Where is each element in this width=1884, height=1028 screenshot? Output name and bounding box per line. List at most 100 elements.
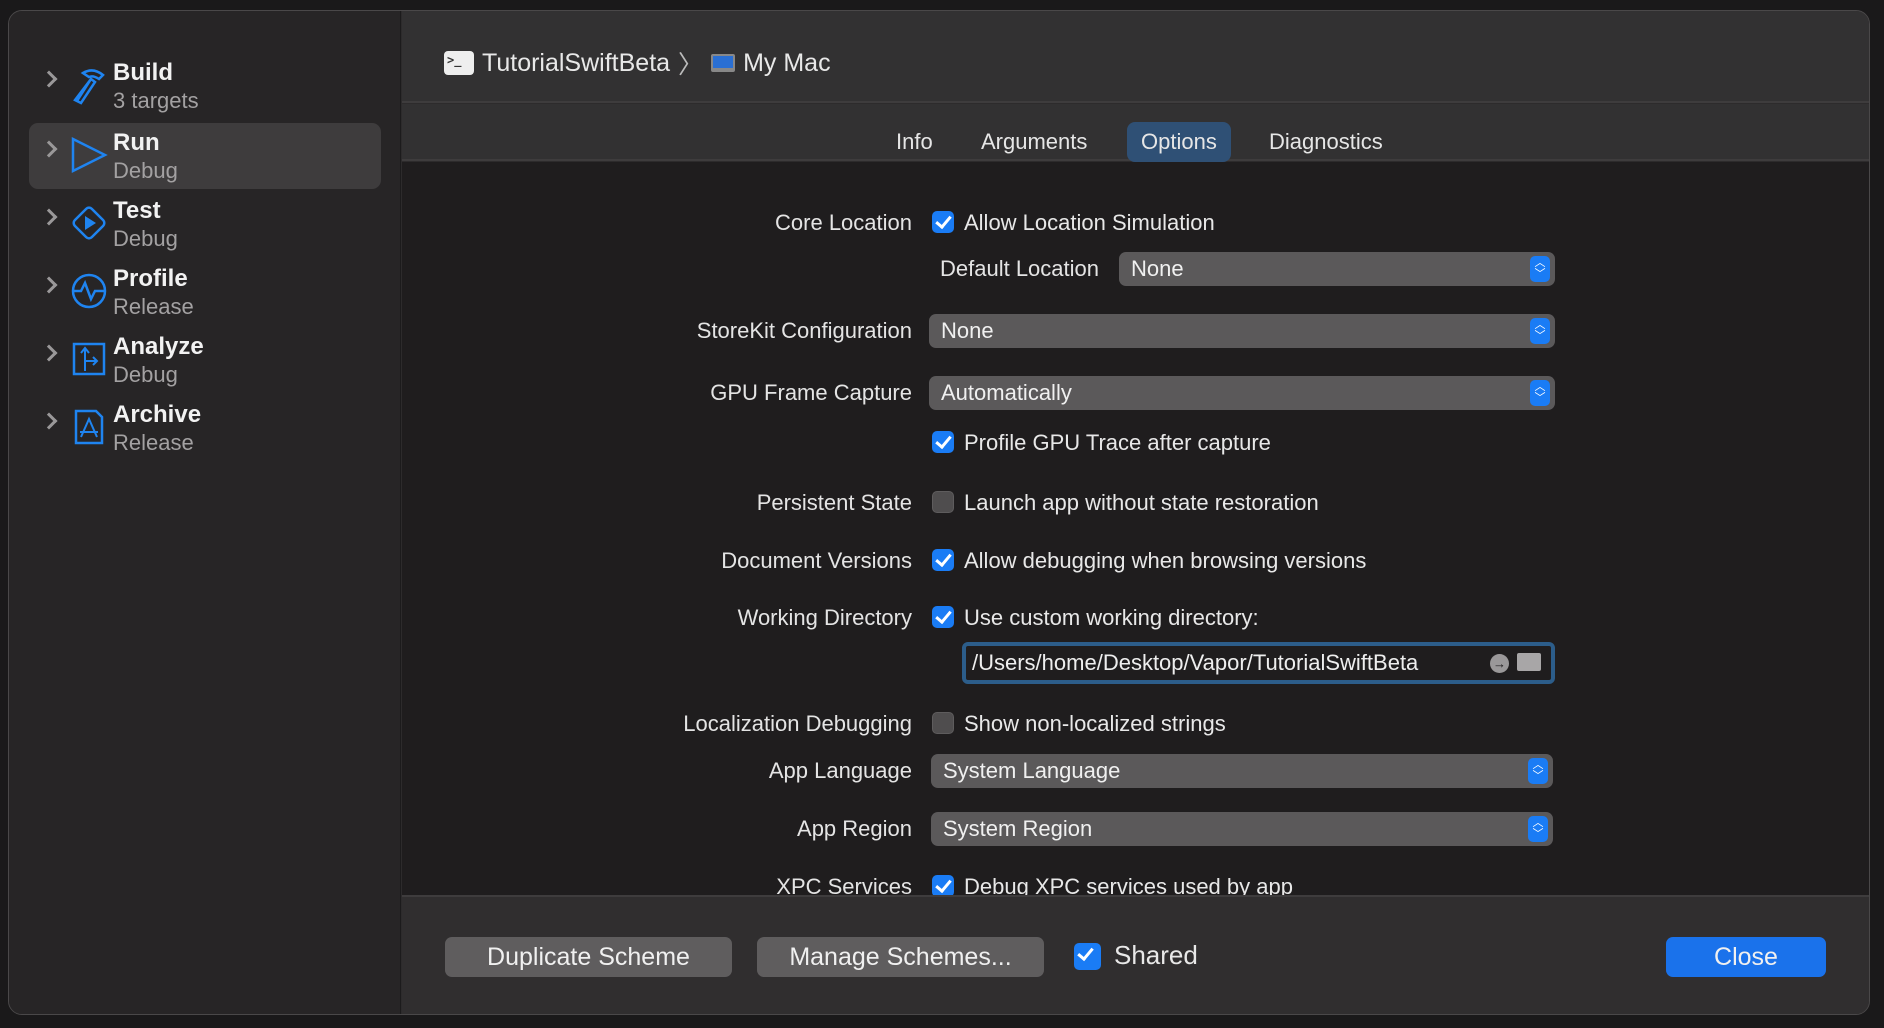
sidebar-item-subtitle: 3 targets <box>113 88 199 113</box>
sidebar-item-subtitle: Release <box>113 430 194 455</box>
app-language-popup[interactable]: System Language ︿ ﹀ <box>931 754 1553 788</box>
app-region-row: App Region System Region ︿ ﹀ <box>402 810 1869 846</box>
close-button[interactable]: Close <box>1666 937 1826 977</box>
allow-location-simulation-text: Allow Location Simulation <box>964 210 1215 235</box>
test-diamond-icon <box>72 206 106 240</box>
shared-label: Shared <box>1114 940 1198 970</box>
persistent-state-row: Persistent State Launch app without stat… <box>402 484 1869 520</box>
chevron-right-icon[interactable] <box>40 140 58 158</box>
gpu-trace-row: Profile GPU Trace after capture <box>402 424 1869 460</box>
default-location-row: Default Location None ︿ ﹀ <box>402 250 1869 286</box>
show-non-localized-text: Show non-localized strings <box>964 711 1226 736</box>
allow-location-simulation-checkbox[interactable] <box>932 211 954 233</box>
use-custom-working-directory-text: Use custom working directory: <box>964 605 1259 630</box>
waveform-icon <box>71 273 107 309</box>
allow-debugging-versions-text: Allow debugging when browsing versions <box>964 548 1367 573</box>
working-directory-path-field[interactable]: /Users/home/Desktop/Vapor/TutorialSwiftB… <box>962 642 1555 684</box>
sidebar-item-test[interactable]: Test Debug <box>29 191 381 257</box>
show-non-localized-checkbox[interactable] <box>932 712 954 734</box>
up-down-chevron-icon: ︿ ﹀ <box>1530 380 1550 406</box>
sidebar-item-build[interactable]: Build 3 targets <box>29 53 381 119</box>
sidebar-item-analyze[interactable]: Analyze Debug <box>29 327 381 393</box>
default-location-label: Default Location <box>940 256 1099 281</box>
up-down-chevron-icon: ︿ ﹀ <box>1528 816 1548 842</box>
sidebar-item-title: Run <box>113 129 160 156</box>
storekit-configuration-popup[interactable]: None ︿ ﹀ <box>929 314 1555 348</box>
app-language-label: App Language <box>768 758 912 783</box>
sidebar-item-subtitle: Debug <box>113 362 178 387</box>
chevron-right-icon[interactable] <box>40 344 58 362</box>
scheme-actions-sidebar: Build 3 targets Run Debug Test Debug Pro… <box>9 11 401 1014</box>
sidebar-item-archive[interactable]: Archive Release <box>29 395 381 461</box>
localization-label: Localization Debugging <box>683 711 912 736</box>
popup-value: None <box>1131 256 1184 281</box>
working-directory-path-row: /Users/home/Desktop/Vapor/TutorialSwiftB… <box>402 642 1869 686</box>
chevron-right-icon[interactable] <box>40 208 58 226</box>
profile-gpu-trace-checkbox[interactable] <box>932 431 954 453</box>
gpu-frame-capture-popup[interactable]: Automatically ︿ ﹀ <box>929 376 1555 410</box>
terminal-icon: >_ <box>444 51 474 75</box>
working-directory-label: Working Directory <box>737 605 912 630</box>
app-language-row: App Language System Language ︿ ﹀ <box>402 752 1869 788</box>
laptop-icon <box>711 54 736 72</box>
document-versions-label: Document Versions <box>721 548 912 573</box>
scheme-editor-window: Build 3 targets Run Debug Test Debug Pro… <box>8 10 1870 1015</box>
breadcrumb-separator: 〉 <box>678 51 704 79</box>
popup-value: None <box>941 318 994 343</box>
sidebar-item-title: Archive <box>113 401 202 428</box>
core-location-row: Core Location Allow Location Simulation <box>402 204 1869 240</box>
sidebar-item-title: Analyze <box>113 333 204 360</box>
footer-bar: Duplicate Scheme Manage Schemes... Share… <box>402 895 1869 1014</box>
path-value: /Users/home/Desktop/Vapor/TutorialSwiftB… <box>972 650 1419 675</box>
tab-bar: Info Arguments Options Diagnostics <box>402 104 1869 162</box>
chevron-right-icon[interactable] <box>40 276 58 294</box>
tab-options[interactable]: Options <box>1127 122 1231 162</box>
sidebar-item-profile[interactable]: Profile Release <box>29 259 381 325</box>
tab-arguments[interactable]: Arguments <box>967 122 1101 162</box>
launch-without-state-restoration-checkbox[interactable] <box>932 491 954 513</box>
sidebar-item-title: Build <box>113 59 173 86</box>
profile-gpu-trace-text: Profile GPU Trace after capture <box>964 430 1271 455</box>
persistent-state-label: Persistent State <box>756 490 912 515</box>
sidebar-item-subtitle: Release <box>113 294 194 319</box>
shared-checkbox[interactable] <box>1074 943 1101 970</box>
popup-value: System Language <box>943 758 1121 783</box>
destination-name[interactable]: My Mac <box>743 49 831 78</box>
analyze-branch-icon <box>72 342 106 376</box>
launch-without-state-restoration-text: Launch app without state restoration <box>964 490 1319 515</box>
up-down-chevron-icon: ︿ ﹀ <box>1530 318 1550 344</box>
tab-info[interactable]: Info <box>882 122 947 162</box>
storekit-row: StoreKit Configuration None ︿ ﹀ <box>402 312 1869 348</box>
use-custom-working-directory-checkbox[interactable] <box>932 606 954 628</box>
popup-value: System Region <box>943 816 1093 841</box>
manage-schemes-button[interactable]: Manage Schemes... <box>757 937 1044 977</box>
archive-appstore-icon <box>74 409 104 445</box>
chevron-right-icon[interactable] <box>40 70 58 88</box>
default-location-popup[interactable]: None ︿ ﹀ <box>1119 252 1555 286</box>
up-down-chevron-icon: ︿ ﹀ <box>1530 256 1550 282</box>
scheme-name[interactable]: TutorialSwiftBeta <box>482 49 670 78</box>
gpu-capture-label: GPU Frame Capture <box>710 380 912 405</box>
sidebar-item-title: Test <box>113 197 161 224</box>
scheme-header: >_ TutorialSwiftBeta 〉 My Mac <box>402 11 1869 103</box>
sidebar-item-subtitle: Debug <box>113 226 178 251</box>
hammer-icon <box>73 69 105 105</box>
play-triangle-icon <box>71 136 108 174</box>
debug-xpc-services-checkbox[interactable] <box>932 875 954 897</box>
options-panel: Core Location Allow Location Simulation … <box>402 162 1869 899</box>
app-region-popup[interactable]: System Region ︿ ﹀ <box>931 812 1553 846</box>
reveal-arrow-icon[interactable]: → <box>1490 654 1509 673</box>
allow-debugging-versions-checkbox[interactable] <box>932 549 954 571</box>
tab-diagnostics[interactable]: Diagnostics <box>1255 122 1397 162</box>
document-versions-row: Document Versions Allow debugging when b… <box>402 542 1869 578</box>
storekit-label: StoreKit Configuration <box>696 318 912 343</box>
duplicate-scheme-button[interactable]: Duplicate Scheme <box>445 937 732 977</box>
popup-value: Automatically <box>941 380 1072 405</box>
sidebar-item-title: Profile <box>113 265 188 292</box>
sidebar-item-run[interactable]: Run Debug <box>29 123 381 189</box>
app-region-label: App Region <box>797 816 912 841</box>
sidebar-item-subtitle: Debug <box>113 158 178 183</box>
chevron-right-icon[interactable] <box>40 412 58 430</box>
gpu-capture-row: GPU Frame Capture Automatically ︿ ﹀ <box>402 374 1869 410</box>
folder-icon[interactable] <box>1517 653 1541 671</box>
